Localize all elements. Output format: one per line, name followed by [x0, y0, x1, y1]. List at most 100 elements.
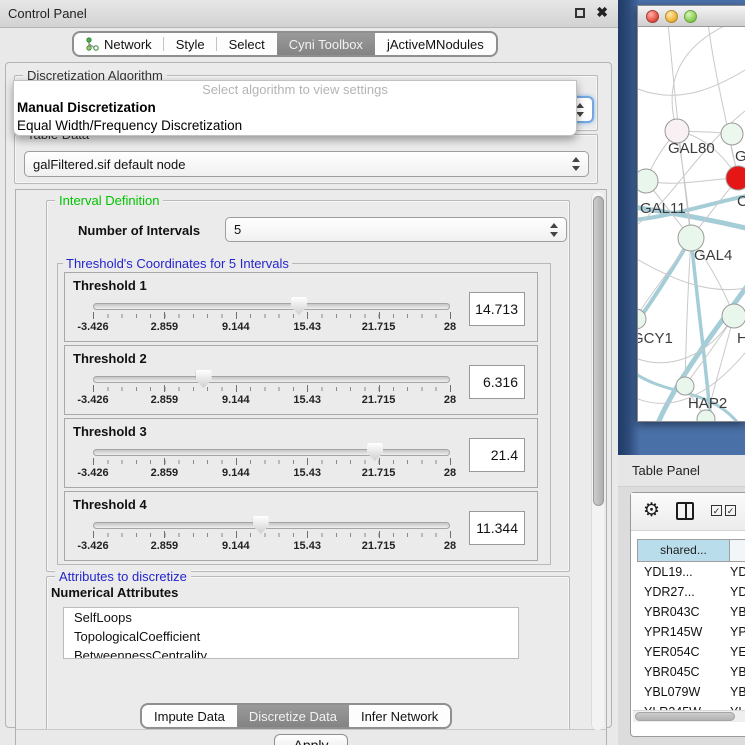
slider-thumb-icon[interactable] — [253, 516, 269, 534]
group-label: Threshold's Coordinates for 5 Intervals — [63, 256, 292, 271]
network-canvas[interactable]: GAL80GACGAL11GAL4GCY1HHAP2 — [638, 27, 745, 421]
stepper-icon — [572, 157, 581, 171]
axis-tick-label: 15.43 — [293, 540, 321, 552]
attributes-list[interactable]: SelfLoops TopologicalCoefficient Between… — [63, 607, 519, 659]
slider-track[interactable] — [93, 522, 450, 529]
threshold-value-field[interactable]: 11.344 — [469, 511, 525, 545]
axis-tick-label: 9.144 — [222, 467, 250, 479]
list-item[interactable]: TopologicalCoefficient — [64, 627, 518, 646]
table-row[interactable]: YBR045CYBR0 — [637, 662, 745, 682]
axis-tick-label: 21.715 — [362, 540, 396, 552]
table-row[interactable]: YBL079WYBL0 — [637, 682, 745, 702]
network-node[interactable] — [721, 123, 743, 145]
tab-label: jActiveMNodules — [387, 37, 484, 52]
dropdown-option-equal-width-frequency[interactable]: Equal Width/Frequency Discretization — [14, 117, 576, 135]
network-node[interactable] — [638, 169, 658, 193]
network-node[interactable] — [676, 377, 694, 395]
minimize-traffic-light-icon[interactable] — [665, 10, 678, 23]
slider-track[interactable] — [93, 449, 450, 456]
group-label: Interval Definition — [55, 193, 163, 208]
threshold-value-field[interactable]: 14.713 — [469, 292, 525, 326]
scrollbar-thumb[interactable] — [593, 196, 604, 506]
slider-minor-ticks — [93, 533, 450, 537]
axis-tick-label: 2.859 — [151, 467, 179, 479]
scrollbar-thumb[interactable] — [635, 712, 735, 721]
axis-tick-label: -3.426 — [77, 321, 108, 333]
tab-label: Cyni Toolbox — [289, 37, 363, 52]
numerical-attributes-label: Numerical Attributes — [51, 585, 178, 600]
network-icon — [86, 37, 99, 51]
checkbox-icon[interactable]: ✓ — [711, 505, 722, 516]
control-panel-titlebar: Control Panel ✖ — [0, 0, 618, 28]
list-item[interactable]: SelfLoops — [64, 608, 518, 627]
axis-tick-label: 9.144 — [222, 321, 250, 333]
float-icon[interactable] — [575, 8, 585, 18]
table-row[interactable]: YDL19...YDL1 — [637, 562, 745, 582]
tab-label: Infer Network — [361, 709, 438, 724]
network-node[interactable] — [722, 304, 745, 328]
network-node-label: C — [737, 193, 745, 210]
close-icon[interactable]: ✖ — [596, 4, 608, 21]
threshold-label: Threshold 1 — [73, 278, 147, 293]
apply-button[interactable]: Apply — [274, 734, 348, 745]
table-row[interactable]: YDR27...YDR2 — [637, 582, 745, 602]
slider-track[interactable] — [93, 376, 450, 383]
checkbox-icon[interactable]: ✓ — [725, 505, 736, 516]
network-node-label: H — [737, 330, 745, 347]
tab-cyni-toolbox[interactable]: Cyni Toolbox — [277, 33, 375, 55]
axis-tick-label: 2.859 — [151, 394, 179, 406]
network-window[interactable]: GAL80GACGAL11GAL4GCY1HHAP2 — [637, 5, 745, 422]
threshold-value-field[interactable]: 21.4 — [469, 438, 525, 472]
table-row[interactable]: YPR145WYPR1 — [637, 622, 745, 642]
tab-impute-data[interactable]: Impute Data — [142, 705, 237, 727]
tab-infer-network[interactable]: Infer Network — [349, 705, 450, 727]
table-row[interactable]: YER054CYER0 — [637, 642, 745, 662]
slider-thumb-icon[interactable] — [367, 443, 383, 461]
control-panel: Control Panel ✖ Network Style Select — [0, 0, 618, 745]
tab-style[interactable]: Style — [164, 33, 217, 55]
table-toolbar: ⚙ ✓ ✓ — [631, 493, 745, 531]
slider-thumb-icon[interactable] — [291, 297, 307, 315]
slider-track[interactable] — [93, 303, 450, 310]
axis-tick-label: 21.715 — [362, 467, 396, 479]
cyni-toolbox-panel: Discretization Algorithm Table Data galF… — [5, 62, 612, 728]
list-item[interactable]: BetweennessCentrality — [64, 646, 518, 659]
slider-minor-ticks — [93, 387, 450, 391]
table-horizontal-scrollbar[interactable] — [633, 710, 745, 722]
stepper-icon — [576, 103, 585, 117]
threshold-slider[interactable]: -3.426 2.859 9.144 15.43 21.715 28 — [93, 446, 450, 484]
combo-value: 5 — [234, 222, 241, 237]
threshold-slider[interactable]: -3.426 2.859 9.144 15.43 21.715 28 — [93, 519, 450, 557]
axis-tick-label: 28 — [444, 321, 456, 333]
close-traffic-light-icon[interactable] — [646, 10, 659, 23]
network-node-label: GAL4 — [694, 247, 732, 264]
threshold-slider[interactable]: -3.426 2.859 9.144 15.43 21.715 28 — [93, 300, 450, 338]
slider-thumb-icon[interactable] — [196, 370, 212, 388]
zoom-traffic-light-icon[interactable] — [684, 10, 697, 23]
axis-tick-label: 28 — [444, 467, 456, 479]
tab-label: Network — [104, 37, 152, 52]
table-row[interactable]: YBR043CYBR0 — [637, 602, 745, 622]
column-header-name[interactable]: na — [730, 539, 745, 562]
column-header-shared-name[interactable]: shared... — [637, 539, 730, 562]
algorithm-dropdown-popup: Select algorithm to view settings Manual… — [13, 80, 577, 136]
gear-icon[interactable]: ⚙ — [643, 500, 660, 522]
dropdown-option-manual-discretization[interactable]: Manual Discretization — [14, 99, 576, 117]
dropdown-hint: Select algorithm to view settings — [14, 81, 576, 99]
tab-discretize-data[interactable]: Discretize Data — [237, 705, 349, 727]
network-node-label: GCY1 — [638, 330, 673, 347]
number-of-intervals-combobox[interactable]: 5 — [225, 217, 567, 242]
threshold-panel: Threshold 4 -3.426 2.859 9.144 — [64, 491, 538, 561]
split-view-icon[interactable] — [676, 502, 694, 520]
tab-jactivemnodules[interactable]: jActiveMNodules — [375, 33, 496, 55]
tab-select[interactable]: Select — [217, 33, 277, 55]
tab-network[interactable]: Network — [74, 33, 164, 55]
axis-tick-label: -3.426 — [77, 540, 108, 552]
threshold-panel: Threshold 1 -3.426 2.859 9.144 — [64, 272, 538, 342]
threshold-value-field[interactable]: 6.316 — [469, 365, 525, 399]
network-node[interactable] — [726, 166, 745, 190]
table-data-combobox[interactable]: galFiltered.sif default node — [24, 151, 589, 177]
settings-scrollbar[interactable] — [591, 192, 604, 730]
threshold-slider[interactable]: -3.426 2.859 9.144 15.43 21.715 28 — [93, 373, 450, 411]
network-desktop: GAL80GACGAL11GAL4GCY1HHAP2 — [618, 0, 745, 455]
